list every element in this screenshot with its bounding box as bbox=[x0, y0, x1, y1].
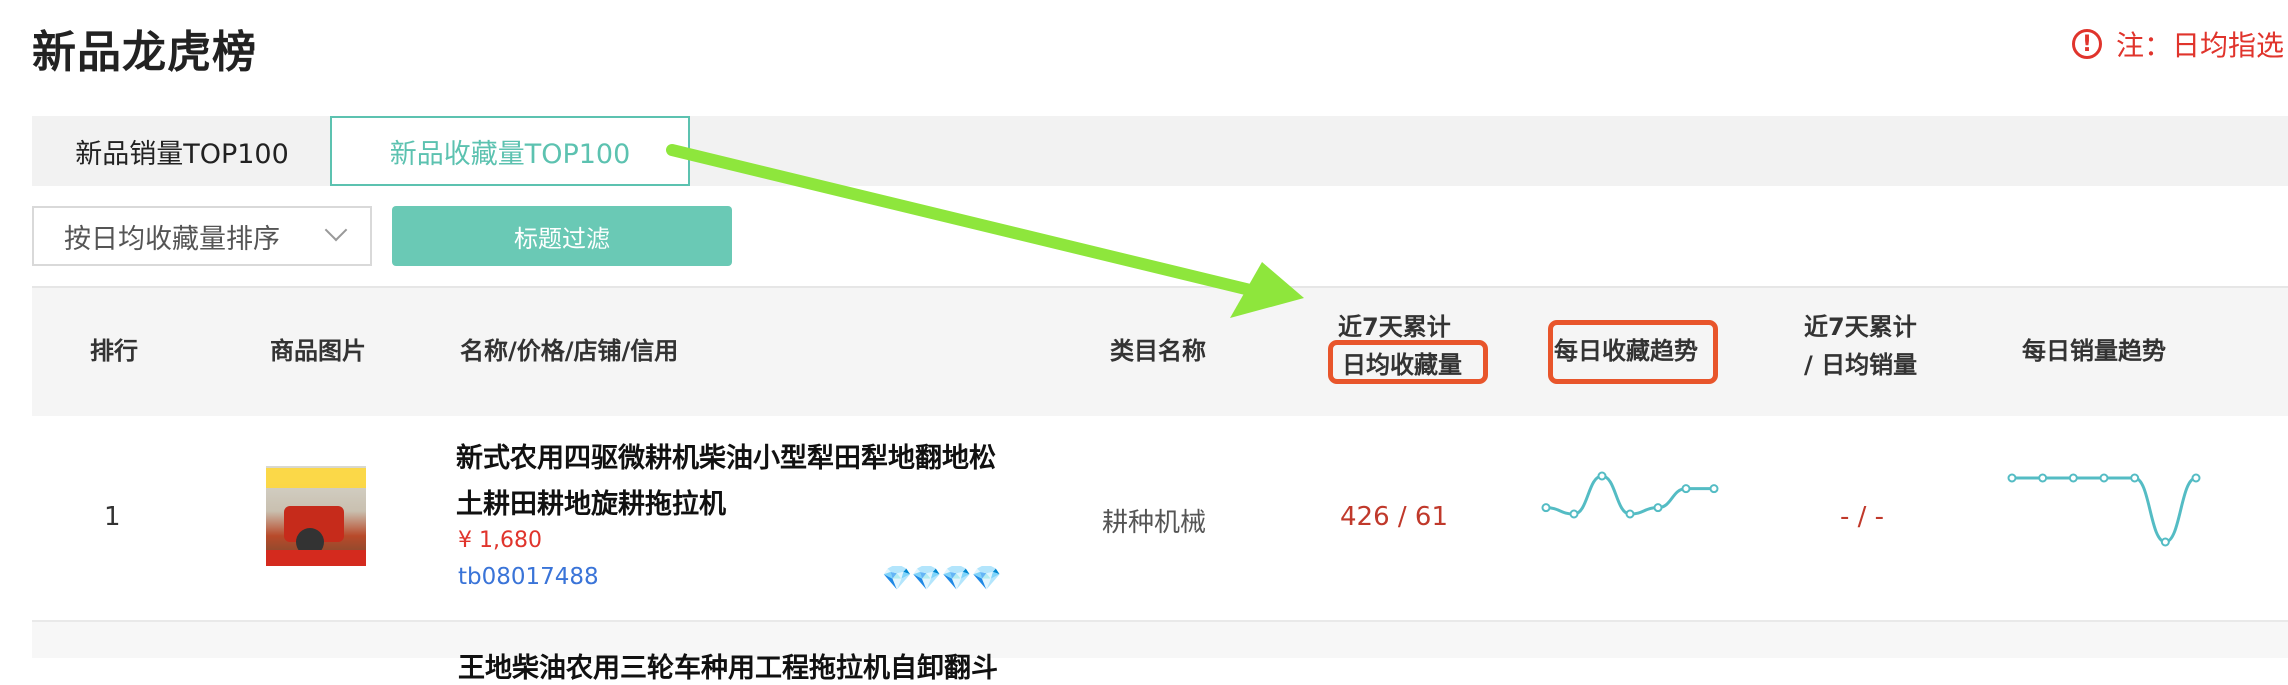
annotation-arrow bbox=[666, 144, 1304, 318]
